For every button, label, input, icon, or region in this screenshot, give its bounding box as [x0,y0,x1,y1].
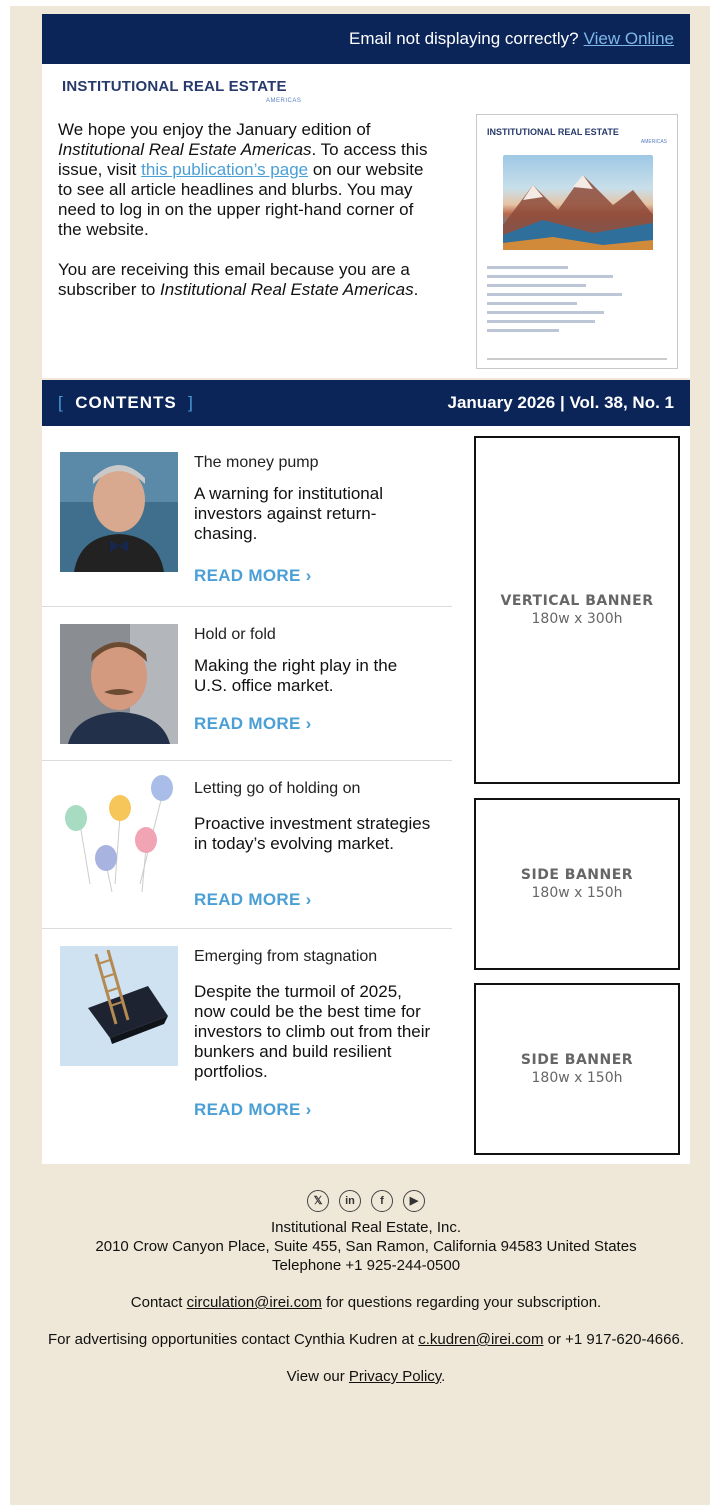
publication-logo[interactable]: INSTITUTIONAL REAL ESTATE [62,78,287,95]
article-title[interactable]: The money pump [194,454,319,472]
articles-section: The money pump A warning for institution… [42,426,690,1164]
article-description: A warning for institutional investors ag… [194,484,383,543]
company-address: 2010 Crow Canyon Place, Suite 455, San R… [95,1238,637,1255]
cover-painting [503,155,653,250]
article-thumbnail-man-mustache[interactable] [60,624,178,744]
youtube-icon[interactable]: ▶ [403,1190,425,1212]
article-item: Emerging from stagnation Despite the tur… [42,928,452,1164]
article-description: Proactive investment strategies in today… [194,814,431,853]
publication-page-link[interactable]: this publication’s page [141,160,308,179]
publication-logo-sub: AMERICAS [266,98,302,104]
article-item: Letting go of holding on Proactive inves… [42,760,452,929]
article-thumbnail-balloons[interactable] [60,774,178,894]
footer: 𝕏 in f ▶ Institutional Real Estate, Inc.… [42,1190,690,1404]
banner-name: SIDE BANNER [520,867,634,883]
privacy-policy-link[interactable]: Privacy Policy [349,1368,441,1385]
banner-name: VERTICAL BANNER [500,593,654,609]
banner-size: 180w x 300h [531,611,623,627]
display-notice: Email not displaying correctly? [348,29,579,48]
article-thumbnail-ladder-hole[interactable] [60,946,178,1066]
cover-title: INSTITUTIONAL REAL ESTATE [487,127,619,137]
article-item: The money pump A warning for institution… [42,426,452,607]
article-item: Hold or fold Making the right play in th… [42,606,452,761]
linkedin-icon[interactable]: in [339,1190,361,1212]
advertising-contact: For advertising opportunities contact Cy… [47,1331,684,1348]
vertical-banner-ad[interactable]: VERTICAL BANNER 180w x 300h [474,436,680,784]
mountain-art [503,175,653,250]
banner-size: 180w x 150h [531,885,623,901]
contents-header: [ CONTENTS ] January 2026 | Vol. 38, No.… [42,380,690,426]
article-title[interactable]: Emerging from stagnation [194,948,377,966]
read-more-link[interactable]: READ MORE › [194,890,312,910]
article-title[interactable]: Hold or fold [194,626,276,644]
company-phone: Telephone +1 925-244-0500 [271,1257,461,1274]
issue-label: January 2026 | Vol. 38, No. 1 [447,393,675,412]
company-name: Institutional Real Estate, Inc. [270,1219,462,1236]
banner-size: 180w x 150h [531,1070,623,1086]
intro-text: We hope you enjoy the January edition of… [58,120,438,320]
advertising-email-link[interactable]: c.kudren@irei.com [418,1331,543,1348]
read-more-link[interactable]: READ MORE › [194,566,312,586]
read-more-link[interactable]: READ MORE › [194,1100,312,1120]
x-icon[interactable]: 𝕏 [307,1190,329,1212]
read-more-link[interactable]: READ MORE › [194,714,312,734]
social-links: 𝕏 in f ▶ [42,1190,690,1212]
contents-label: [ CONTENTS ] [58,393,194,412]
banner-name: SIDE BANNER [520,1052,634,1068]
cover-subtitle: AMERICAS [640,139,667,145]
side-banner-ad-1[interactable]: SIDE BANNER 180w x 150h [474,798,680,970]
subscription-contact: Contact circulation@irei.com for questio… [130,1294,602,1311]
cover-table-of-contents [487,260,667,338]
side-banner-ad-2[interactable]: SIDE BANNER 180w x 150h [474,983,680,1155]
facebook-icon[interactable]: f [371,1190,393,1212]
intro-section: INSTITUTIONAL REAL ESTATE AMERICAS We ho… [42,64,690,378]
circulation-email-link[interactable]: circulation@irei.com [187,1294,322,1311]
privacy-line: View our Privacy Policy. [286,1368,446,1385]
article-thumbnail-man-bowtie[interactable] [60,452,178,572]
cover-footer-line [487,358,667,360]
intro-paragraph-1: We hope you enjoy the January edition of… [58,120,428,239]
view-online-link[interactable]: View Online [584,29,674,49]
article-title[interactable]: Letting go of holding on [194,780,360,798]
magazine-cover[interactable]: INSTITUTIONAL REAL ESTATE AMERICAS [476,114,678,369]
article-description: Despite the turmoil of 2025, now could b… [194,982,431,1081]
intro-paragraph-2: You are receiving this email because you… [58,260,419,299]
article-description: Making the right play in the U.S. office… [194,656,398,695]
top-bar: Email not displaying correctly? View Onl… [42,14,690,64]
